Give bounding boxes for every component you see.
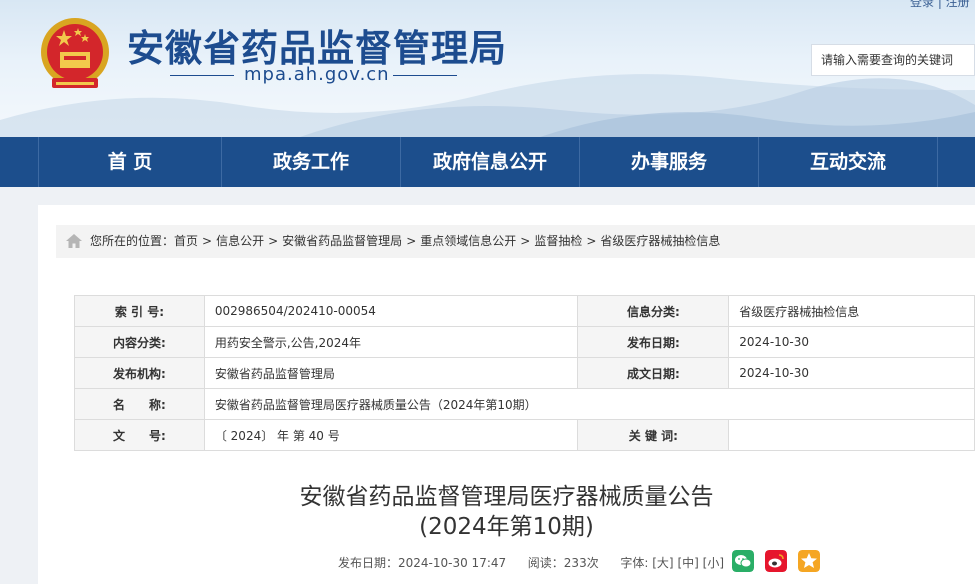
home-icon: [66, 234, 82, 248]
nav-separator: [937, 137, 938, 187]
index-value: 002986504/202410-00054: [203, 295, 579, 327]
nav-item-services[interactable]: 办事服务: [580, 137, 758, 187]
publish-date-value: 2024-10-30: [728, 326, 975, 358]
breadcrumb-separator: >: [586, 234, 597, 248]
search-box: [811, 44, 975, 76]
font-small-button[interactable]: [小]: [703, 556, 724, 570]
weibo-icon[interactable]: [765, 550, 787, 572]
table-row: 内容分类: 用药安全警示,公告,2024年 发布日期: 2024-10-30: [74, 326, 975, 358]
index-label: 索 引 号:: [74, 295, 205, 327]
agency-value: 安徽省药品监督管理局: [203, 357, 579, 389]
login-register-links[interactable]: 登录 | 注册: [910, 0, 970, 10]
font-medium-button[interactable]: [中]: [677, 556, 698, 570]
table-row: 名 称: 安徽省药品监督管理局医疗器械质量公告（2024年第10期）: [74, 388, 975, 420]
publish-info: 发布日期：2024-10-30 17:47: [338, 556, 507, 570]
view-count: 阅读：233次: [527, 556, 599, 570]
article-info-bar: 发布日期：2024-10-30 17:47 阅读：233次 字体: [大] [中…: [338, 554, 724, 571]
font-size-label: 字体:: [620, 556, 649, 570]
breadcrumb-link-agency[interactable]: 安徽省药品监督管理局: [282, 234, 402, 248]
breadcrumb: 您所在的位置：首页 > 信息公开 > 安徽省药品监督管理局 > 重点领域信息公开 > 监督抽检 >…: [56, 225, 975, 258]
breadcrumb-separator: >: [202, 234, 213, 248]
name-label: 名 称:: [74, 388, 205, 420]
wechat-icon[interactable]: [732, 550, 754, 572]
nav-item-home[interactable]: 首 页: [39, 137, 221, 187]
category-label: 信息分类:: [577, 295, 730, 327]
main-nav: 首 页 政务工作 政府信息公开 办事服务 互动交流: [0, 137, 975, 187]
breadcrumb-separator: >: [406, 234, 417, 248]
breadcrumb-link-key-areas[interactable]: 重点领域信息公开: [420, 234, 516, 248]
breadcrumb-link-device-inspection[interactable]: 省级医疗器械抽检信息: [600, 234, 720, 248]
domain-divider: [170, 75, 234, 76]
agency-label: 发布机构:: [74, 357, 205, 389]
qzone-icon[interactable]: [798, 550, 820, 572]
nav-item-government-work[interactable]: 政务工作: [222, 137, 400, 187]
breadcrumb-link-info[interactable]: 信息公开: [216, 234, 264, 248]
breadcrumb-link-inspection[interactable]: 监督抽检: [534, 234, 582, 248]
content-category-value: 用药安全警示,公告,2024年: [203, 326, 579, 358]
nav-item-interaction[interactable]: 互动交流: [759, 137, 937, 187]
table-row: 发布机构: 安徽省药品监督管理局 成文日期: 2024-10-30: [74, 357, 975, 389]
site-domain: mpa.ah.gov.cn: [244, 64, 390, 85]
document-meta-table: 索 引 号: 002986504/202410-00054 信息分类: 省级医疗…: [74, 295, 975, 451]
breadcrumb-link-home[interactable]: 首页: [174, 234, 198, 248]
written-date-value: 2024-10-30: [728, 357, 975, 389]
publish-date-label: 发布日期:: [577, 326, 730, 358]
table-row: 索 引 号: 002986504/202410-00054 信息分类: 省级医疗…: [74, 295, 975, 327]
content-category-label: 内容分类:: [74, 326, 205, 358]
content-panel: 您所在的位置：首页 > 信息公开 > 安徽省药品监督管理局 > 重点领域信息公开 > 监督抽检 >…: [38, 205, 975, 584]
table-row: 文 号: 〔 2024〕 年 第 40 号 关 键 词:: [74, 419, 975, 451]
breadcrumb-separator: >: [520, 234, 531, 248]
doc-number-value: 〔 2024〕 年 第 40 号: [203, 419, 579, 451]
font-large-button[interactable]: [大]: [652, 556, 673, 570]
nav-item-info-disclosure[interactable]: 政府信息公开: [401, 137, 579, 187]
domain-divider: [393, 75, 457, 76]
national-emblem-icon: [41, 18, 109, 88]
search-input[interactable]: [812, 45, 971, 75]
written-date-label: 成文日期:: [577, 357, 730, 389]
article-subtitle: (2024年第10期): [419, 514, 594, 540]
category-value: 省级医疗器械抽检信息: [728, 295, 975, 327]
doc-number-label: 文 号:: [74, 419, 205, 451]
breadcrumb-prefix: 您所在的位置：: [90, 234, 175, 248]
breadcrumb-separator: >: [268, 234, 279, 248]
keywords-value: [728, 419, 975, 451]
site-header: 安徽省药品监督管理局 mpa.ah.gov.cn 登录 | 注册: [0, 0, 975, 137]
article-title: 安徽省药品监督管理局医疗器械质量公告: [299, 484, 714, 510]
keywords-label: 关 键 词:: [577, 419, 730, 451]
name-value: 安徽省药品监督管理局医疗器械质量公告（2024年第10期）: [203, 388, 975, 420]
